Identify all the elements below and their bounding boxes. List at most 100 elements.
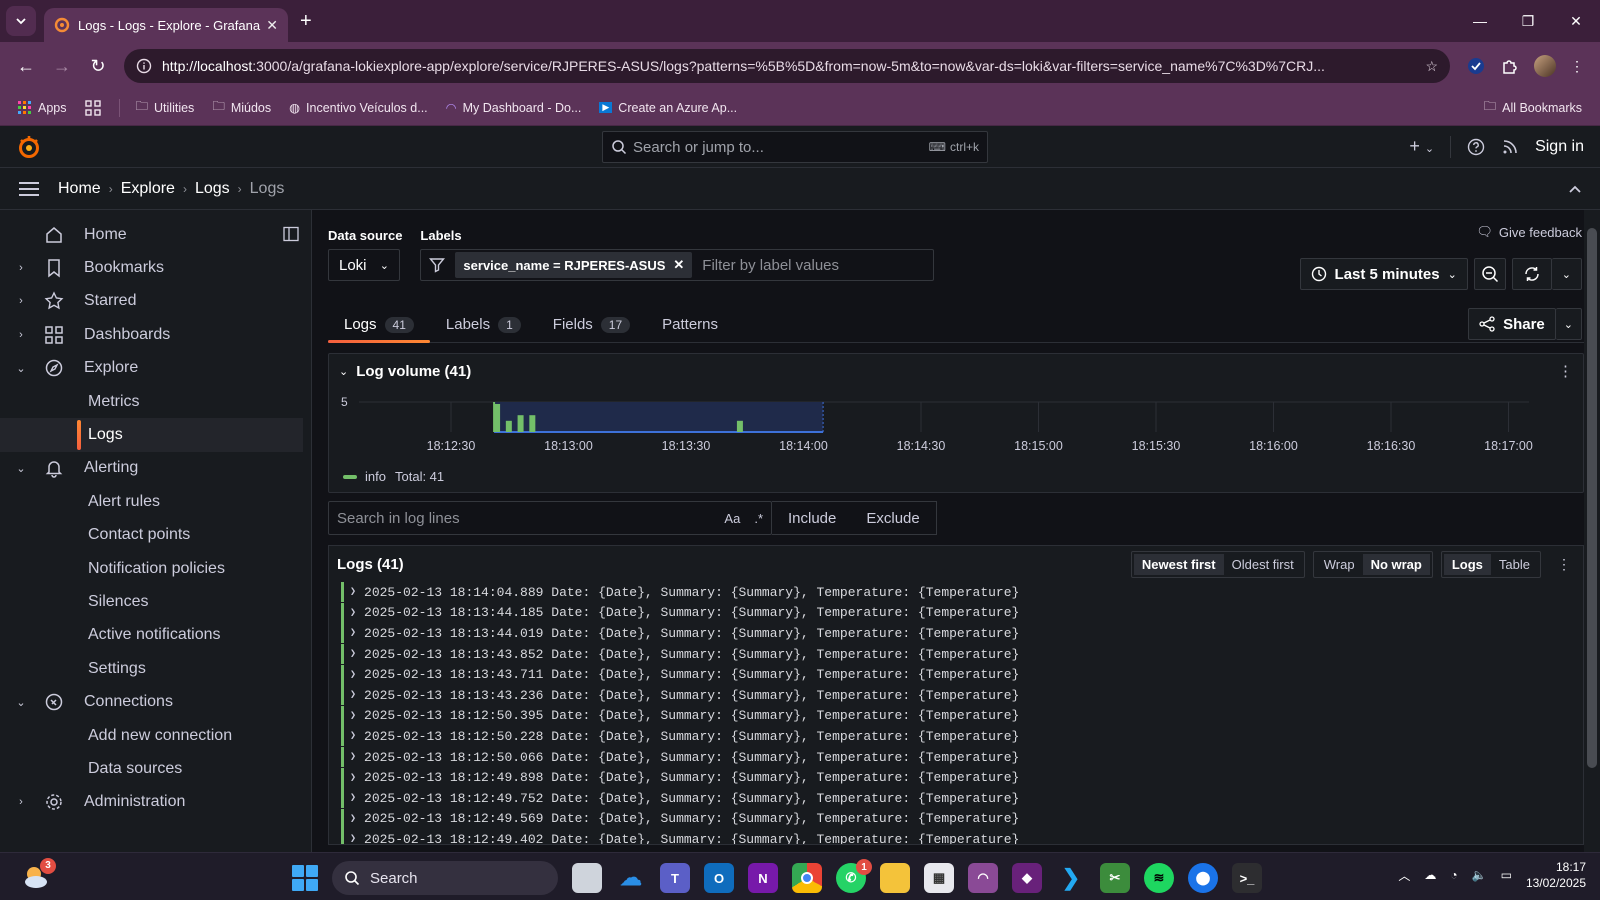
log-row[interactable]: ❯ 2025-02-13 18:12:50.395 Date: {Date}, S… [329,705,1583,727]
volume-bar[interactable] [494,404,501,432]
table-view-option[interactable]: Table [1491,554,1538,575]
tab-logs[interactable]: Logs 41 [328,307,430,343]
vscode-icon[interactable]: ❯ [1056,863,1086,893]
bookmark-star-icon[interactable]: ☆ [1425,58,1438,75]
scrollbar-thumb[interactable] [1587,228,1597,768]
breadcrumb-explore[interactable]: Explore [121,180,175,198]
log-row[interactable]: ❯ 2025-02-13 18:12:50.066 Date: {Date}, S… [329,747,1583,768]
bookmark-incentivo[interactable]: ◍ Incentivo Veículos d... [289,100,428,116]
sidebar-item-silences[interactable]: Silences [0,585,311,618]
file-explorer-icon[interactable] [880,863,910,893]
give-feedback-link[interactable]: 🗨 Give feedback [1476,224,1582,240]
selection-region[interactable] [494,402,824,432]
sidebar-item-metrics[interactable]: Metrics [0,385,311,418]
sidebar-item-alert-rules[interactable]: Alert rules [0,485,311,518]
share-button[interactable]: Share [1468,308,1556,340]
include-button[interactable]: Include [788,510,836,527]
task-view-icon[interactable] [572,863,602,893]
exclude-button[interactable]: Exclude [866,510,919,527]
wrap-option[interactable]: Wrap [1316,554,1363,575]
close-tab-icon[interactable]: ✕ [266,17,278,34]
chevron-right-icon[interactable]: › [0,796,42,808]
breadcrumb-logs[interactable]: Logs [195,180,230,198]
expand-row-icon[interactable]: ❯ [350,627,356,639]
sidebar-item-starred[interactable]: › Starred [0,285,311,318]
taskbar-search[interactable]: Search [332,861,558,895]
sidebar-item-settings[interactable]: Settings [0,652,311,685]
hamburger-menu-icon[interactable] [18,181,40,197]
kebab-menu-icon[interactable]: ⋮ [1570,58,1584,75]
sidebar-item-notification-policies[interactable]: Notification policies [0,552,311,585]
rss-news-icon[interactable] [1501,138,1519,156]
oldest-first-option[interactable]: Oldest first [1224,554,1302,575]
breadcrumb-home[interactable]: Home [58,180,101,198]
search-bar[interactable]: Search or jump to... ⌨ ctrl+k [602,131,988,163]
terminal-icon[interactable]: >_ [1232,863,1262,893]
sidebar-item-explore[interactable]: ⌄ Explore [0,352,311,385]
snipping-tool-icon[interactable]: ✂ [1100,863,1130,893]
sidebar-item-active-notifications[interactable]: Active notifications [0,619,311,652]
log-row[interactable]: ❯ 2025-02-13 18:13:44.019 Date: {Date}, S… [329,623,1583,644]
volume-bar[interactable] [529,415,536,432]
expand-row-icon[interactable]: ❯ [350,710,356,722]
remote-app-icon[interactable]: ◠ [968,863,998,893]
volume-bar[interactable] [736,420,743,432]
expand-row-icon[interactable]: ❯ [350,833,356,844]
panel-menu-icon[interactable]: ⋮ [1558,362,1573,380]
refresh-button[interactable] [1511,258,1552,290]
weather-widget[interactable]: 3 [20,857,56,892]
sign-in-link[interactable]: Sign in [1535,138,1584,156]
expand-row-icon[interactable]: ❯ [350,751,356,763]
logs-view-option[interactable]: Logs [1443,553,1491,575]
tab-labels[interactable]: Labels 1 [430,307,537,342]
sidebar-item-bookmarks[interactable]: › Bookmarks [0,251,311,284]
log-search-input[interactable]: Search in log lines Aa .* [328,501,772,535]
chevron-down-icon[interactable]: ⌄ [0,462,42,475]
datasource-select[interactable]: Loki ⌄ [328,249,400,281]
info-icon[interactable] [136,58,152,74]
sidebar-item-add-new-connection[interactable]: Add new connection [0,719,311,752]
no-wrap-option[interactable]: No wrap [1362,553,1430,575]
log-row[interactable]: ❯ 2025-02-13 18:13:43.852 Date: {Date}, S… [329,644,1583,665]
onedrive-icon[interactable]: ☁ [616,863,646,893]
sidebar-item-home[interactable]: Home [0,218,311,251]
sidebar-item-dashboards[interactable]: › Dashboards [0,318,311,351]
log-row[interactable]: ❯ 2025-02-13 18:12:49.569 Date: {Date}, S… [329,808,1583,830]
sidebar-item-alerting[interactable]: ⌄ Alerting [0,452,311,485]
cloud-weather-icon[interactable]: ☁ [1424,868,1436,882]
share-options-button[interactable]: ⌄ [1555,308,1582,340]
bookmark-miudos[interactable]: 🗀 Miúdos [212,97,271,118]
browser-tab[interactable]: Logs - Logs - Explore - Grafana ✕ [44,8,288,42]
maximize-icon[interactable]: ❐ [1504,0,1552,42]
expand-row-icon[interactable]: ❯ [350,689,356,701]
back-icon[interactable]: ← [8,56,44,77]
minimize-icon[interactable]: — [1456,0,1504,42]
battery-icon[interactable]: ▭ [1501,868,1512,882]
sidebar-item-data-sources[interactable]: Data sources [0,752,311,785]
expand-row-icon[interactable]: ❯ [350,648,356,660]
add-new-button[interactable]: + ⌄ [1409,136,1434,157]
expand-row-icon[interactable]: ❯ [350,586,356,598]
help-icon[interactable] [1467,138,1485,156]
sidebar-item-logs[interactable]: Logs [0,418,303,452]
whatsapp-icon[interactable]: ✆ 1 [836,859,872,893]
log-row[interactable]: ❯ 2025-02-13 18:13:43.236 Date: {Date}, S… [329,685,1583,706]
log-row[interactable]: ❯ 2025-02-13 18:12:49.752 Date: {Date}, S… [329,788,1583,809]
chevron-down-icon[interactable]: ⌄ [0,696,42,709]
outlook-icon[interactable]: O [704,863,734,893]
tab-fields[interactable]: Fields 17 [537,307,646,342]
chrome-icon[interactable] [792,863,822,893]
expand-row-icon[interactable]: ❯ [350,772,356,784]
log-row[interactable]: ❯ 2025-02-13 18:12:49.898 Date: {Date}, S… [329,767,1583,788]
log-row[interactable]: ❯ 2025-02-13 18:13:43.711 Date: {Date}, S… [329,664,1583,685]
start-windows-icon[interactable] [292,865,318,891]
logs-menu-icon[interactable]: ⋮ [1557,556,1571,573]
volume-bar[interactable] [517,415,524,432]
chevron-right-icon[interactable]: › [0,262,42,274]
reload-icon[interactable]: ↻ [80,56,116,77]
teams-icon[interactable]: T [660,863,690,893]
extension-check-icon[interactable] [1466,56,1486,76]
new-tab-button[interactable]: + [300,10,312,33]
onenote-icon[interactable]: N [748,863,778,893]
match-case-toggle[interactable]: Aa [724,511,740,526]
